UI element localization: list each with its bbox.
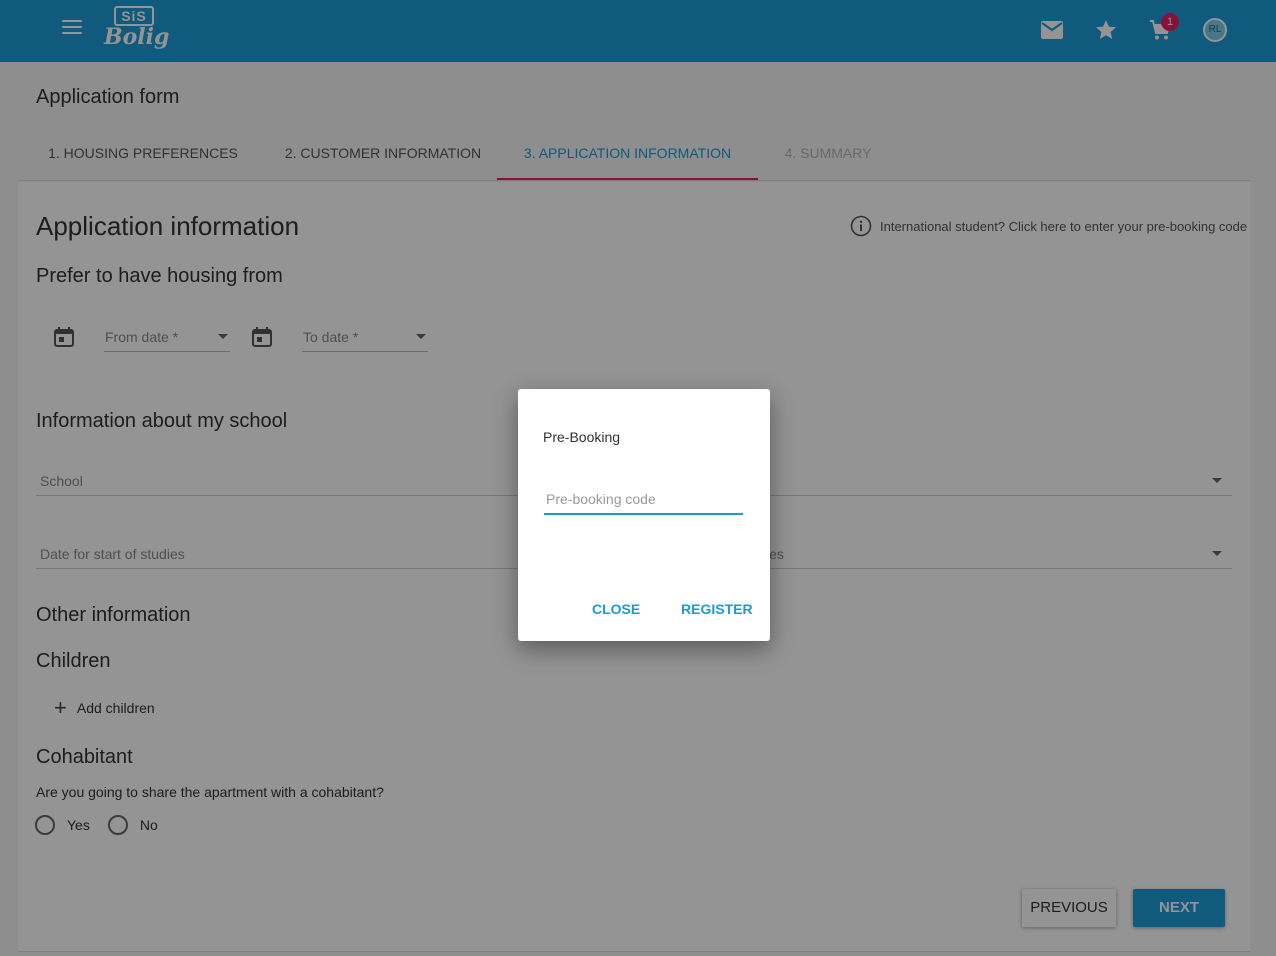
register-button[interactable]: Register	[681, 601, 753, 617]
dialog-title: Pre-Booking	[543, 429, 621, 445]
close-button[interactable]: Close	[592, 601, 640, 617]
pre-booking-dialog: Pre-Booking Close Register	[518, 389, 770, 641]
pre-booking-code-input[interactable]	[544, 485, 743, 515]
